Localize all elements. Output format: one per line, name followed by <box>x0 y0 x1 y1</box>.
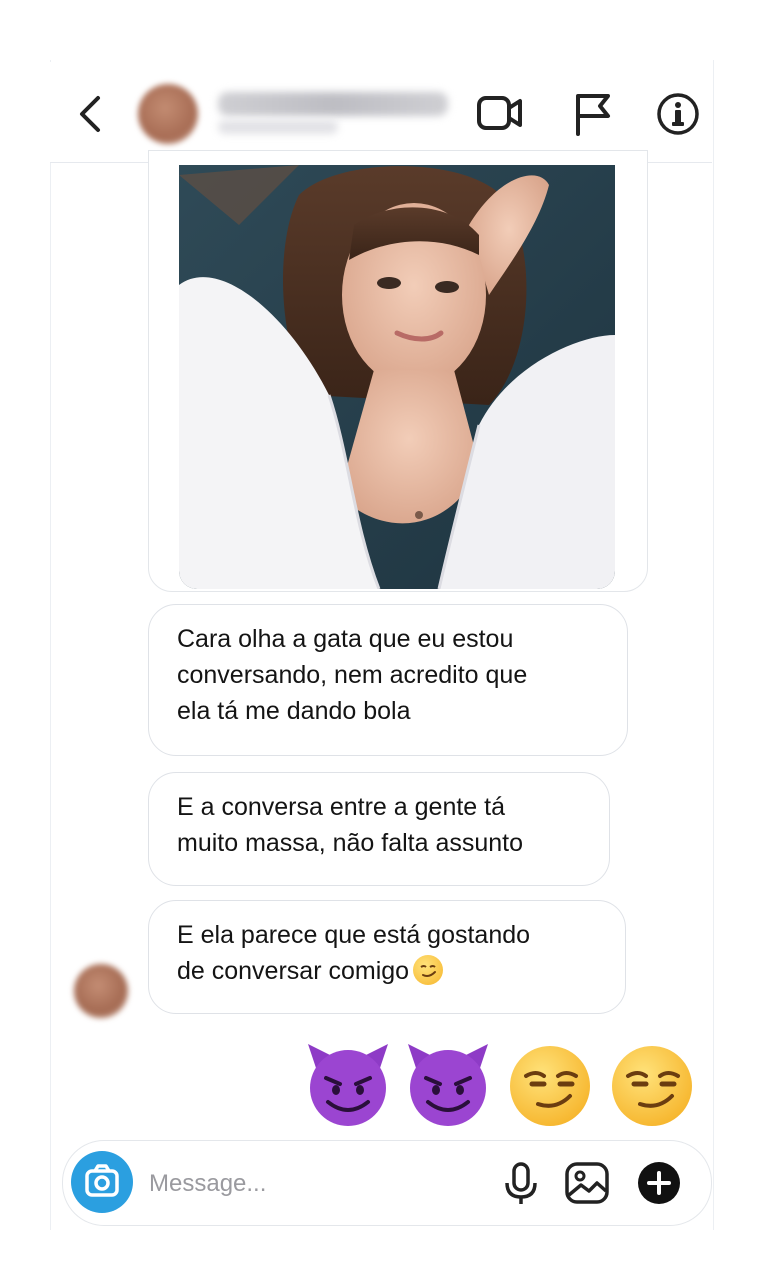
smirk-emoji[interactable] <box>606 1038 698 1130</box>
flag-icon[interactable] <box>570 92 618 136</box>
plus-icon[interactable] <box>635 1159 683 1207</box>
contact-name[interactable] <box>218 92 448 116</box>
message-bubble[interactable]: E ela parece que está gostando de conver… <box>148 900 626 1014</box>
message-text: E a conversa entre a gente tá muito mass… <box>177 793 524 857</box>
microphone-icon[interactable] <box>497 1159 545 1207</box>
message-text: Cara olha a gata que eu estou conversand… <box>177 625 528 725</box>
smiling-devil-emoji[interactable] <box>302 1038 394 1130</box>
shared-photo-message[interactable] <box>148 150 648 592</box>
message-bubble[interactable]: E a conversa entre a gente tá muito mass… <box>148 772 610 886</box>
message-bubble[interactable]: Cara olha a gata que eu estou conversand… <box>148 604 628 756</box>
gallery-icon[interactable] <box>563 1159 611 1207</box>
smirk-emoji[interactable] <box>504 1038 596 1130</box>
back-icon[interactable] <box>74 94 108 134</box>
camera-icon <box>85 1164 119 1197</box>
chat-header <box>50 62 712 163</box>
contact-avatar-small[interactable] <box>74 964 128 1018</box>
video-call-icon[interactable] <box>476 92 524 136</box>
smirk-emoji <box>413 955 444 985</box>
message-text: E ela parece que está gostando de conver… <box>177 921 531 985</box>
camera-button[interactable] <box>71 1151 133 1213</box>
message-input[interactable] <box>147 1163 451 1205</box>
contact-status <box>218 120 338 134</box>
smiling-devil-emoji[interactable] <box>402 1038 494 1130</box>
contact-avatar[interactable] <box>138 84 198 144</box>
message-composer <box>62 1140 712 1226</box>
shared-photo[interactable] <box>179 165 615 589</box>
info-icon[interactable] <box>654 92 702 136</box>
